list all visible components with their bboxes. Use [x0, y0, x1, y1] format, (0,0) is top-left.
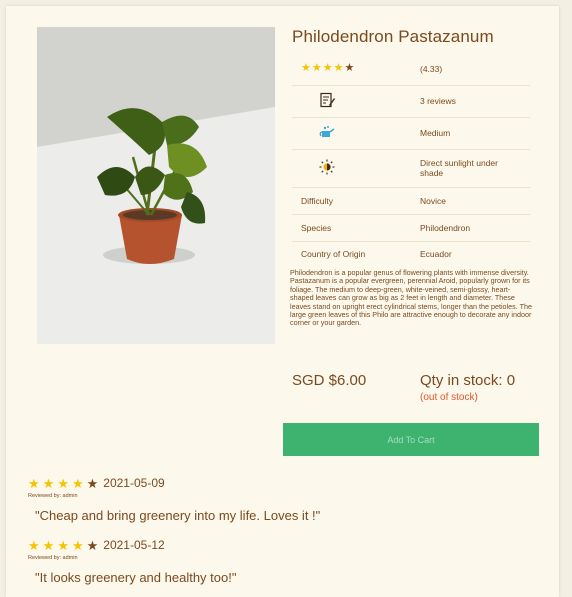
product-card: Philodendron Pastazanum ★ ★ ★ ★ ★ (4.33)	[6, 6, 559, 597]
light-value: Direct sunlight under shade	[411, 149, 530, 188]
star-icon: ★	[42, 537, 55, 553]
product-description: Philodendron is a popular genus of flowe…	[290, 268, 532, 328]
review-text: "Cheap and bring greenery into my life. …	[35, 508, 321, 523]
star-icon: ★	[86, 475, 99, 491]
star-icon: ★	[301, 62, 311, 75]
star-icon: ★	[57, 537, 69, 553]
star-icon: ★	[86, 537, 99, 553]
star-icon: ★	[344, 62, 355, 75]
star-icon: ★	[28, 475, 40, 491]
review-author: Reviewed by: admin	[28, 555, 78, 561]
star-icon: ★	[322, 62, 333, 75]
difficulty-value: Novice	[411, 187, 530, 215]
watering-can-icon	[319, 124, 335, 140]
species-label: Species	[292, 214, 411, 242]
product-image	[37, 27, 275, 344]
stock-quantity: Qty in stock: 0	[420, 372, 516, 389]
star-icon: ★	[311, 62, 322, 75]
star-icon: ★	[42, 475, 55, 491]
difficulty-label: Difficulty	[292, 187, 411, 215]
review-item: ★ ★ ★ ★ ★ 2021-05-09 Reviewed by: admin …	[28, 476, 320, 523]
notepad-pen-icon	[319, 92, 335, 108]
origin-label: Country of Origin	[301, 249, 366, 260]
product-title: Philodendron Pastazanum	[292, 27, 494, 46]
review-item: ★ ★ ★ ★ ★ 2021-05-12 Reviewed by: admin …	[28, 538, 236, 585]
star-icon: ★	[28, 537, 40, 553]
stock-status: (out of stock)	[420, 392, 478, 403]
add-to-cart-button[interactable]: Add To Cart	[283, 423, 539, 456]
star-icon: ★	[71, 475, 84, 491]
review-text: "It looks greenery and healthy too!"	[35, 570, 237, 585]
star-icon: ★	[57, 475, 69, 491]
review-author: Reviewed by: admin	[28, 493, 78, 499]
species-value: Philodendron	[411, 214, 530, 242]
product-specs: ★ ★ ★ ★ ★ (4.33) 3 reviews Medium Direct…	[292, 53, 530, 267]
star-icon: ★	[71, 537, 84, 553]
origin-value: Ecuador	[420, 249, 452, 260]
star-icon: ★	[333, 62, 344, 75]
reviews-count[interactable]: 3 reviews	[411, 85, 530, 118]
product-price: SGD $6.00	[292, 372, 367, 389]
review-date: 2021-05-12	[103, 538, 165, 552]
rating-value: (4.33)	[411, 53, 530, 86]
sun-icon	[319, 159, 335, 175]
review-date: 2021-05-09	[103, 476, 165, 490]
rating-stars: ★ ★ ★ ★ ★	[292, 53, 411, 86]
water-value: Medium	[411, 117, 530, 150]
